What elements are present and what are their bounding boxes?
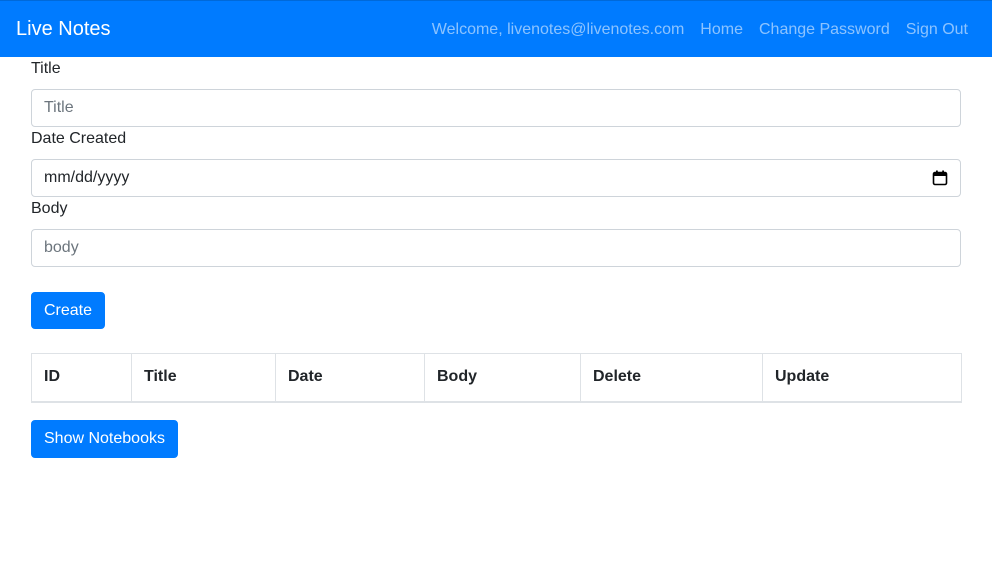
show-notebooks-button[interactable]: Show Notebooks [31, 420, 178, 458]
notes-table: ID Title Date Body Delete Update [31, 353, 962, 403]
table-header-row: ID Title Date Body Delete Update [31, 353, 962, 403]
brand-link[interactable]: Live Notes [16, 18, 111, 40]
nav-change-password-link[interactable]: Change Password [759, 20, 890, 40]
body-input[interactable] [31, 229, 961, 267]
column-header-id: ID [31, 353, 132, 403]
title-input[interactable] [31, 89, 961, 127]
column-header-delete: Delete [580, 353, 763, 403]
column-header-title: Title [131, 353, 276, 403]
nav-sign-out-link[interactable]: Sign Out [906, 20, 968, 40]
date-created-label: Date Created [31, 130, 127, 147]
create-button[interactable]: Create [31, 292, 106, 329]
date-created-input[interactable]: mm/dd/yyyy [31, 159, 961, 197]
welcome-text: Welcome, livenotes@livenotes.com [431, 21, 685, 38]
navbar: Live Notes Welcome, livenotes@livenotes.… [0, 0, 992, 57]
column-header-date: Date [275, 353, 425, 403]
title-label: Title [31, 60, 61, 77]
body-label: Body [31, 200, 68, 217]
nav-links: Welcome, livenotes@livenotes.com Home Ch… [432, 20, 968, 40]
calendar-icon[interactable] [932, 170, 948, 186]
nav-home-link[interactable]: Home [700, 20, 743, 40]
date-placeholder: mm/dd/yyyy [44, 169, 130, 186]
column-header-body: Body [424, 353, 581, 403]
column-header-update: Update [762, 353, 962, 403]
